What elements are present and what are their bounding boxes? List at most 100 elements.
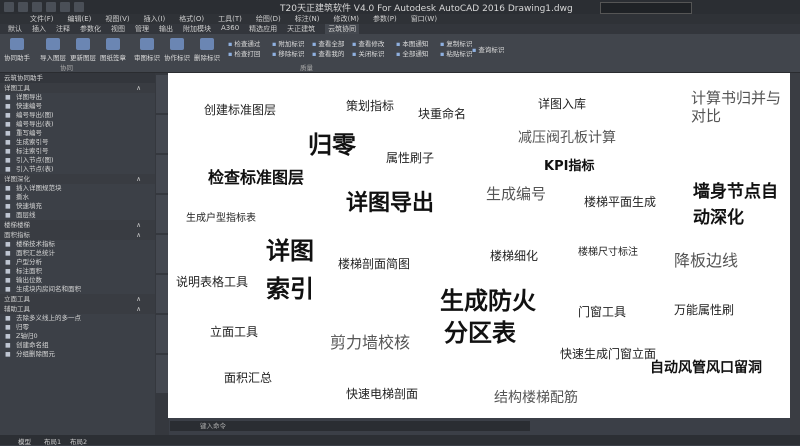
palette-item[interactable]: 生成块内房间名和面积 bbox=[0, 285, 155, 294]
ribbon-tab[interactable]: 参数化 bbox=[80, 24, 101, 34]
ribbon-tab[interactable]: 精选应用 bbox=[249, 24, 277, 34]
word-cloud-term: 快速电梯剖面 bbox=[346, 387, 419, 401]
word-cloud-term: 索引 bbox=[266, 275, 314, 303]
ribbon-tab[interactable]: 注释 bbox=[56, 24, 70, 34]
ribbon-button[interactable]: 删除标识 bbox=[194, 38, 220, 62]
palette-item[interactable]: 标注索引号 bbox=[0, 147, 155, 156]
ribbon-small-button[interactable]: 查看全部 bbox=[312, 38, 344, 48]
palette-section-header[interactable]: 面积指标 bbox=[0, 230, 155, 240]
ribbon-small-button[interactable]: 全部通知 bbox=[396, 48, 428, 58]
menu-item[interactable]: 绘图(D) bbox=[256, 14, 281, 24]
ribbon-button[interactable]: 审图标识 bbox=[134, 38, 160, 62]
ribbon-button[interactable]: 更新图层 bbox=[70, 38, 96, 62]
palette-item[interactable]: 户型分析 bbox=[0, 258, 155, 267]
vertical-tab[interactable] bbox=[156, 75, 168, 113]
tool-icon bbox=[10, 38, 24, 50]
palette-section-header[interactable]: 详图深化 bbox=[0, 174, 155, 184]
tool-icon bbox=[140, 38, 154, 50]
vertical-tab[interactable] bbox=[156, 115, 168, 153]
palette-item[interactable]: 编号导出(图) bbox=[0, 111, 155, 120]
ribbon-tab[interactable]: 云筑协同 bbox=[325, 24, 360, 34]
app-menu-icon[interactable] bbox=[4, 2, 14, 12]
ribbon-small-button[interactable]: 本图通知 bbox=[396, 38, 428, 48]
vertical-tab[interactable] bbox=[156, 235, 168, 273]
menu-item[interactable]: 格式(O) bbox=[179, 14, 204, 24]
palette-item[interactable]: 输出位数 bbox=[0, 276, 155, 285]
ribbon-button[interactable]: 协作标识 bbox=[164, 38, 190, 62]
vertical-tab[interactable] bbox=[156, 155, 168, 193]
palette-item[interactable]: 编号导出(表) bbox=[0, 120, 155, 129]
ribbon-small-button[interactable]: 查询标识 bbox=[472, 44, 504, 54]
ribbon-button-label: 更新图层 bbox=[70, 54, 96, 62]
ribbon-small-button[interactable]: 附加标识 bbox=[272, 38, 304, 48]
quick-access-toolbar[interactable] bbox=[4, 2, 84, 12]
ribbon-tab[interactable]: 输出 bbox=[159, 24, 173, 34]
vertical-tab[interactable] bbox=[156, 275, 168, 313]
ribbon-tab[interactable]: 插入 bbox=[32, 24, 46, 34]
ribbon-button[interactable]: 图纸签章 bbox=[100, 38, 126, 62]
palette-section-header[interactable]: 详图工具 bbox=[0, 83, 155, 93]
ribbon-small-button[interactable]: 查看我的 bbox=[312, 48, 344, 58]
vertical-tab[interactable] bbox=[156, 355, 168, 393]
ribbon-tab[interactable]: 视图 bbox=[111, 24, 125, 34]
menu-item[interactable]: 工具(T) bbox=[218, 14, 242, 24]
palette-item[interactable]: 面积汇总统计 bbox=[0, 249, 155, 258]
word-cloud-term: 楼梯平面生成 bbox=[584, 195, 657, 209]
menu-item[interactable]: 编辑(E) bbox=[68, 14, 92, 24]
menu-item[interactable]: 插入(I) bbox=[144, 14, 166, 24]
palette-item[interactable]: 楼梯技术指标 bbox=[0, 240, 155, 249]
search-input[interactable] bbox=[600, 2, 692, 14]
palette-item[interactable]: 标注面积 bbox=[0, 267, 155, 276]
palette-item[interactable]: 生成索引号 bbox=[0, 138, 155, 147]
palette-item[interactable]: 引入节点(表) bbox=[0, 165, 155, 174]
right-scroll-strip[interactable] bbox=[790, 73, 800, 435]
palette-item[interactable]: 分组删除图元 bbox=[0, 350, 155, 359]
palette-section-header[interactable]: 楼梯楼梯 bbox=[0, 220, 155, 230]
menu-item[interactable]: 修改(M) bbox=[333, 14, 359, 24]
menu-item[interactable]: 视图(V) bbox=[105, 14, 129, 24]
open-icon[interactable] bbox=[32, 2, 42, 12]
palette-item[interactable]: 去除多义线上的多一点 bbox=[0, 314, 155, 323]
ribbon-button[interactable]: 导入图层 bbox=[40, 38, 66, 62]
ribbon-small-button[interactable]: 检查打回 bbox=[228, 48, 260, 58]
ribbon-small-button[interactable]: 移除标识 bbox=[272, 48, 304, 58]
word-cloud-term: 策划指标 bbox=[346, 99, 395, 113]
palette-item[interactable]: 撕水 bbox=[0, 193, 155, 202]
ribbon-small-button[interactable]: 复制标识 bbox=[440, 38, 472, 48]
ribbon-tab[interactable]: 天正建筑 bbox=[287, 24, 315, 34]
menu-item[interactable]: 窗口(W) bbox=[411, 14, 437, 24]
drawing-canvas[interactable]: 创建标准图层 策划指标 块重命名 详图入库 计算书归并与 对比 归零 减压阀孔板计算 属性刷子 K… bbox=[168, 73, 790, 418]
palette-item[interactable]: Z轴归0 bbox=[0, 332, 155, 341]
ribbon-tab[interactable]: A360 bbox=[221, 24, 239, 34]
ribbon-tab[interactable]: 默认 bbox=[8, 24, 22, 34]
palette-item[interactable]: 面层线 bbox=[0, 211, 155, 220]
ribbon-small-button[interactable]: 关闭标识 bbox=[352, 48, 384, 58]
menu-item[interactable]: 文件(F) bbox=[30, 14, 54, 24]
palette-item[interactable]: 插入详图规范块 bbox=[0, 184, 155, 193]
palette-section-header[interactable]: 辅助工具 bbox=[0, 304, 155, 314]
palette-item[interactable]: 快速填充 bbox=[0, 202, 155, 211]
palette-item[interactable]: 重写编号 bbox=[0, 129, 155, 138]
ribbon-button[interactable]: 协同助手 bbox=[4, 38, 30, 62]
vertical-tab[interactable] bbox=[156, 315, 168, 353]
redo-icon[interactable] bbox=[74, 2, 84, 12]
undo-icon[interactable] bbox=[60, 2, 70, 12]
new-icon[interactable] bbox=[18, 2, 28, 12]
palette-item[interactable]: 详图导出 bbox=[0, 93, 155, 102]
ribbon-small-button[interactable]: 查看修改 bbox=[352, 38, 384, 48]
menu-item[interactable]: 参数(P) bbox=[373, 14, 397, 24]
ribbon-small-button[interactable]: 粘贴标识 bbox=[440, 48, 472, 58]
ribbon-tab[interactable]: 附加模块 bbox=[183, 24, 211, 34]
command-line[interactable]: 键入命令 bbox=[170, 421, 530, 431]
palette-item[interactable]: 归零 bbox=[0, 323, 155, 332]
palette-item[interactable]: 创建命名组 bbox=[0, 341, 155, 350]
menu-item[interactable]: 标注(N) bbox=[295, 14, 320, 24]
word-cloud-term: 说明表格工具 bbox=[176, 275, 249, 289]
vertical-tab[interactable] bbox=[156, 195, 168, 233]
ribbon-tab[interactable]: 管理 bbox=[135, 24, 149, 34]
ribbon-small-button[interactable]: 检查通过 bbox=[228, 38, 260, 48]
palette-item[interactable]: 引入节点(图) bbox=[0, 156, 155, 165]
palette-item[interactable]: 快速编号 bbox=[0, 102, 155, 111]
palette-section-header[interactable]: 立面工具 bbox=[0, 294, 155, 304]
save-icon[interactable] bbox=[46, 2, 56, 12]
